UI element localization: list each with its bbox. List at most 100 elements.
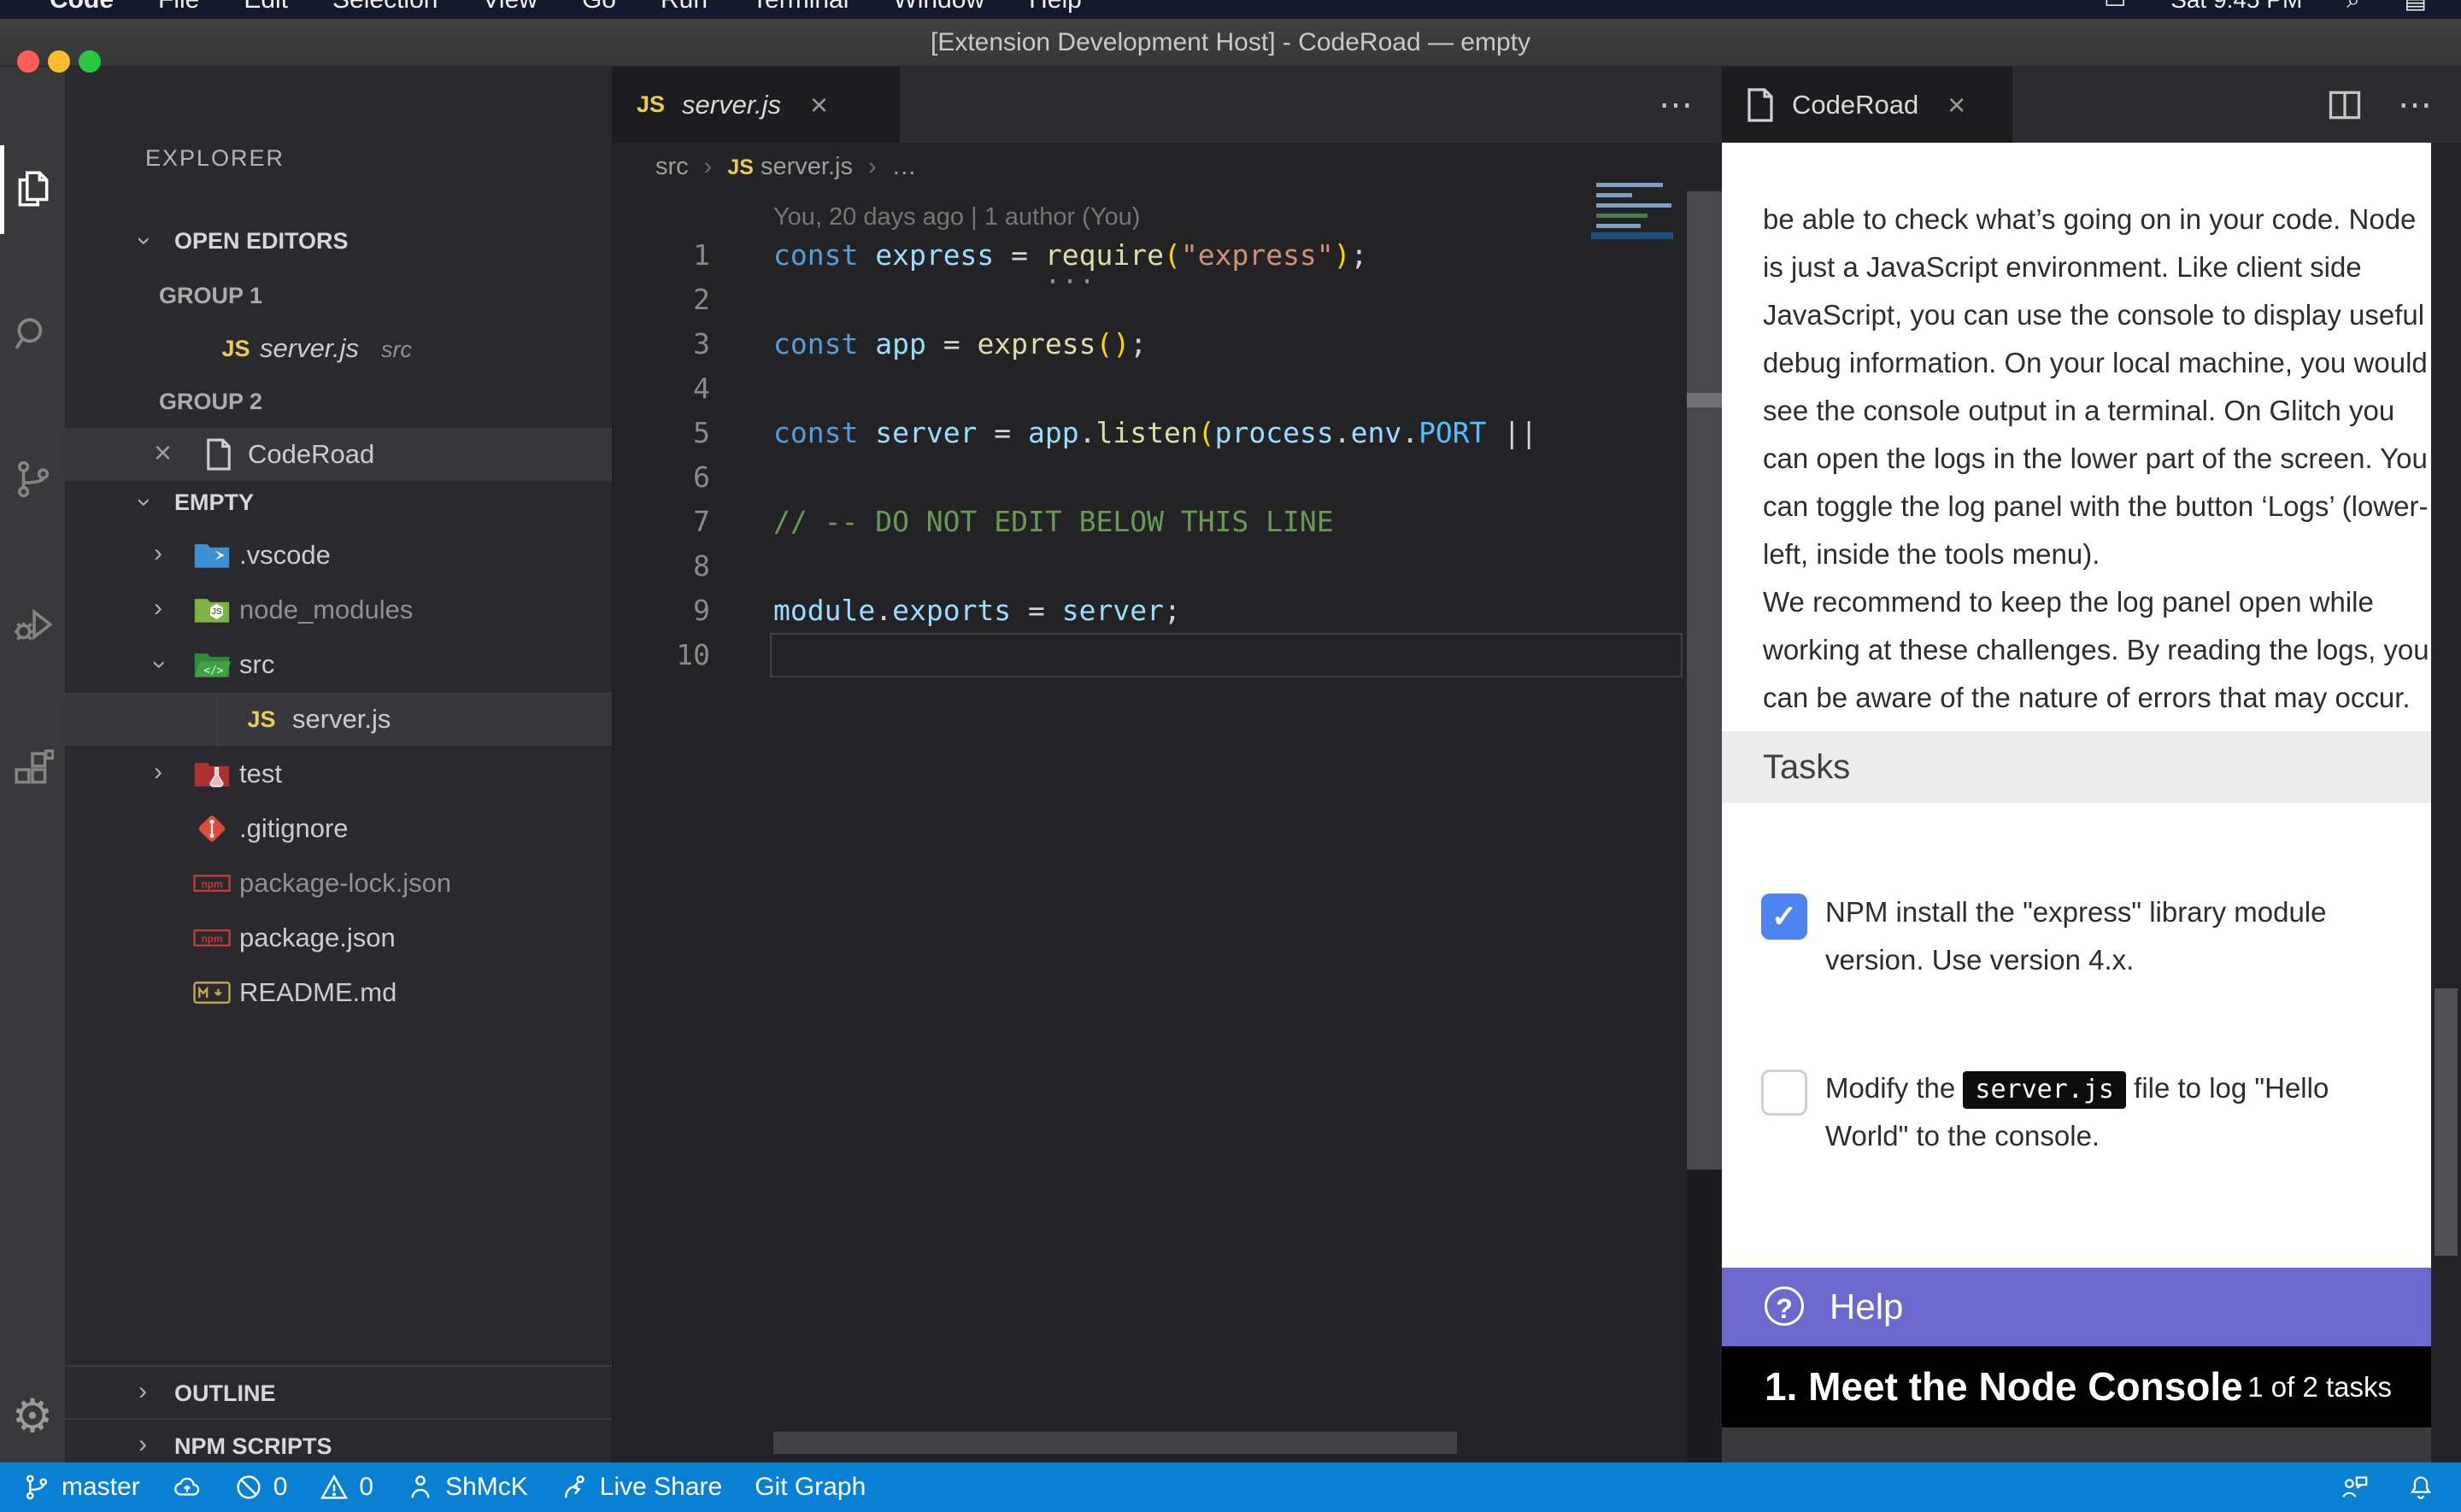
- task-checkbox[interactable]: [1761, 1070, 1807, 1116]
- tree-item-vscode[interactable]: ›.vscode: [65, 529, 612, 582]
- code-line-7[interactable]: 7// -- DO NOT EDIT BELOW THIS LINE: [613, 500, 1722, 544]
- activity-bar: ⚙: [0, 67, 65, 1462]
- editor-more-actions-icon[interactable]: ⋯: [1659, 85, 1693, 125]
- menu-item-run[interactable]: Run: [661, 0, 708, 14]
- tasks-section-header: Tasks: [1722, 731, 2431, 803]
- spotlight-icon[interactable]: ⌕: [2346, 0, 2360, 13]
- editor-vertical-scrollbar[interactable]: [1687, 191, 1723, 1169]
- tree-item-gitignore[interactable]: .gitignore: [65, 802, 612, 855]
- section-open-editors[interactable]: ›OPEN EDITORS: [65, 214, 612, 267]
- status-shmck[interactable]: ShMcK: [406, 1473, 528, 1502]
- status-bell[interactable]: [2406, 1473, 2435, 1502]
- js-icon: JS: [241, 699, 282, 740]
- svg-text:</>: </>: [203, 665, 223, 677]
- webview-scrollbar-thumb[interactable]: [2435, 988, 2458, 1256]
- close-tab-icon[interactable]: ×: [810, 87, 828, 123]
- code-line-8[interactable]: 8: [613, 544, 1722, 589]
- code-line-4[interactable]: 4: [613, 366, 1722, 411]
- open-editor-server.js[interactable]: JSserver.jssrc: [65, 322, 612, 375]
- task-checkbox[interactable]: ✓: [1761, 894, 1807, 940]
- breadcrumb-separator: ›: [704, 143, 713, 190]
- file-icon: [1746, 88, 1775, 122]
- battery-icon: ▭: [2104, 0, 2126, 13]
- tree-item-test[interactable]: ›test: [65, 747, 612, 800]
- settings-gear-icon[interactable]: ⚙: [0, 1377, 65, 1454]
- activity-source-control-icon[interactable]: [0, 432, 65, 526]
- code-line-10[interactable]: 10: [613, 633, 1722, 677]
- close-tab-icon[interactable]: ×: [1947, 87, 1965, 123]
- tree-item-serverjs[interactable]: JSserver.js: [65, 693, 612, 746]
- split-editor-icon[interactable]: [2326, 86, 2364, 124]
- status-master[interactable]: master: [22, 1473, 140, 1502]
- lesson-paragraph: be able to check what’s going on in your…: [1763, 196, 2431, 578]
- code-line-9[interactable]: 9module.exports = server;: [613, 589, 1722, 633]
- menu-item-file[interactable]: File: [158, 0, 199, 14]
- tree-item-src[interactable]: ›</>src: [65, 638, 612, 691]
- npm-icon: npm: [191, 863, 232, 904]
- tree-item-readmemd[interactable]: README.md: [65, 966, 612, 1019]
- more-actions-icon[interactable]: ⋯: [2398, 85, 2432, 125]
- workspace-root[interactable]: ›EMPTY: [65, 476, 612, 529]
- editor-horizontal-scrollbar[interactable]: [773, 1432, 1457, 1454]
- code-line-3[interactable]: 3const app = express();: [613, 322, 1722, 366]
- js-icon: JS: [215, 328, 256, 369]
- editor-group-1: JS server.js × ⋯ src›JS server.js›… You,…: [612, 67, 1722, 1462]
- webview-scrollbar[interactable]: [2431, 143, 2461, 1462]
- tab-server-js[interactable]: JS server.js ×: [613, 67, 900, 143]
- breadcrumb-item[interactable]: JS server.js: [727, 143, 853, 191]
- lesson-progress-bar[interactable]: 1. Meet the Node Console 1 of 2 tasks: [1722, 1346, 2431, 1427]
- status-git-graph[interactable]: Git Graph: [755, 1473, 866, 1502]
- svg-text:npm: npm: [202, 879, 223, 890]
- menu-item-help[interactable]: Help: [1029, 0, 1082, 14]
- editor-group-2: CodeRoad × ⋯ be able to check what’s goi…: [1722, 67, 2461, 1462]
- folder-test-icon: [191, 753, 232, 794]
- breadcrumb-item[interactable]: …: [892, 143, 917, 190]
- tab-coderoad[interactable]: CodeRoad ×: [1722, 67, 2012, 143]
- tree-item-node_modules[interactable]: ›JSnode_modules: [65, 583, 612, 636]
- breadcrumb-item[interactable]: src: [655, 143, 689, 190]
- activity-explorer-icon[interactable]: [0, 142, 65, 236]
- tree-item-package-lockjson[interactable]: npmpackage-lock.json: [65, 857, 612, 910]
- menu-item-terminal[interactable]: Terminal: [752, 0, 849, 14]
- tab-label: server.js: [682, 90, 781, 120]
- code-editor[interactable]: 1const express = require("express");23co…: [613, 233, 1722, 1462]
- activity-search-icon[interactable]: [0, 287, 65, 381]
- status-live-share[interactable]: Live Share: [561, 1473, 722, 1502]
- git-icon: [191, 808, 232, 849]
- code-line-2[interactable]: 2: [613, 278, 1722, 322]
- control-center-icon[interactable]: ▤: [2405, 0, 2427, 13]
- help-bar[interactable]: ? Help: [1722, 1268, 2431, 1346]
- menu-item-code[interactable]: Code: [50, 0, 114, 14]
- npm-icon: npm: [191, 917, 232, 958]
- breadcrumb-separator: ›: [868, 143, 877, 190]
- section-outline[interactable]: ›OUTLINE: [65, 1365, 612, 1418]
- section-npm-scripts[interactable]: ›NPM SCRIPTS: [65, 1418, 612, 1462]
- status-0[interactable]: 0: [320, 1473, 373, 1502]
- status-feedback[interactable]: [2340, 1473, 2369, 1502]
- file-icon: [198, 434, 239, 475]
- code-line-5[interactable]: 5const server = app.listen(process.env.P…: [613, 411, 1722, 455]
- md-icon: [191, 972, 232, 1013]
- menu-item-selection[interactable]: Selection: [332, 0, 438, 14]
- open-editors-group-2[interactable]: GROUP 2: [65, 375, 612, 428]
- status-0[interactable]: 0: [234, 1473, 288, 1502]
- code-line-1[interactable]: 1const express = require("express");: [613, 233, 1722, 278]
- status-cloud-upload[interactable]: [173, 1473, 202, 1502]
- menu-item-go[interactable]: Go: [582, 0, 616, 14]
- coderoad-webview: be able to check what’s going on in your…: [1722, 143, 2431, 1462]
- panel-bottom-strip: [1722, 1427, 2431, 1462]
- menu-item-window[interactable]: Window: [893, 0, 984, 14]
- open-editor-coderoad[interactable]: ×CodeRoad: [65, 428, 612, 481]
- help-icon: ?: [1765, 1286, 1804, 1326]
- tree-item-packagejson[interactable]: npmpackage.json: [65, 911, 612, 964]
- close-editor-icon[interactable]: ×: [154, 428, 172, 481]
- status-bar: master 0 0 ShMcK Live Share Git Graph: [0, 1462, 2461, 1512]
- activity-extensions-icon[interactable]: [0, 723, 65, 817]
- open-editors-group-1[interactable]: GROUP 1: [65, 269, 612, 322]
- minimap[interactable]: [1591, 176, 1673, 296]
- menu-item-view[interactable]: View: [482, 0, 537, 14]
- code-line-6[interactable]: 6: [613, 455, 1722, 500]
- activity-run-debug-icon[interactable]: [0, 577, 65, 671]
- window-title-bar: [Extension Development Host] - CodeRoad …: [0, 19, 2461, 67]
- menu-item-edit[interactable]: Edit: [244, 0, 288, 14]
